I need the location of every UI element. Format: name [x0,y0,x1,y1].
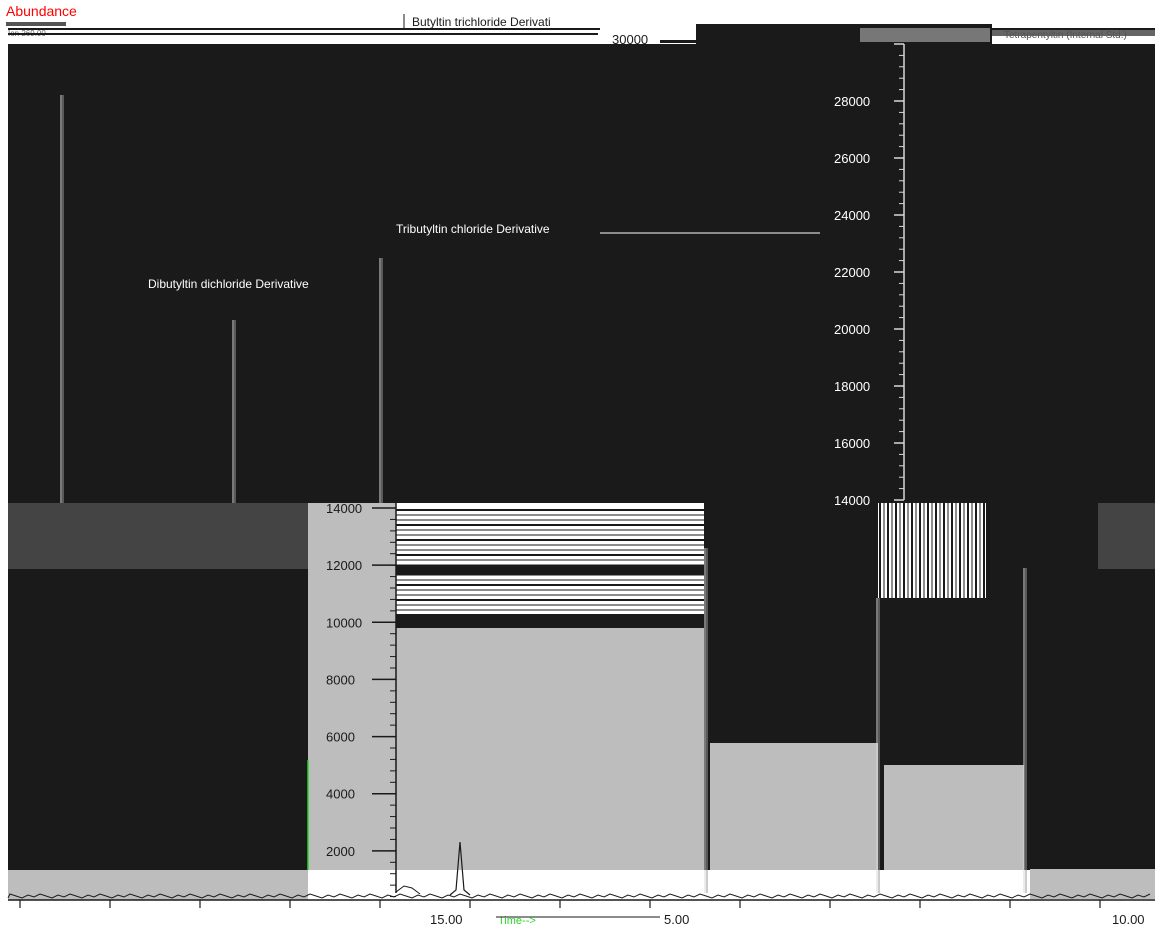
lower-inset-dark-rule [396,614,704,628]
inset-top-tick [660,40,700,43]
lower-y-tick-label: 4000 [326,787,355,802]
upper-y-tick-label: 24000 [834,208,870,223]
lower-inset-hatching [396,509,704,611]
upper-y-tick-label: 18000 [834,379,870,394]
lower-y-tick-label: 6000 [326,730,355,745]
right-band [1098,503,1155,569]
gray-block-b [884,765,1024,870]
inset-header-block [696,24,760,46]
lower-y-tick-label: 8000 [326,672,355,687]
upper-y-tick-label: 28000 [834,94,870,109]
header-rule-2 [8,33,598,35]
annotation-dibutyltin: Dibutyltin dichloride Derivative [148,277,309,291]
upper-y-tick-label: 16000 [834,436,870,451]
x-tick-label-1: 15.00 [430,912,463,927]
chromatogram-chart: Abundance Ion 269.00 Butyltin trichlorid… [0,0,1155,927]
y-axis-title: Abundance [6,3,77,19]
right-legend-label: Tetrapentyltin (Internal Std.) [1004,30,1127,41]
chromatogram-screenshot: Abundance Ion 269.00 Butyltin trichlorid… [0,0,1155,927]
inset-hump [395,885,421,895]
lower-y-tick-label: 10000 [326,615,362,630]
upper-y-tick-label: 20000 [834,322,870,337]
hatch-dark-band [396,565,704,575]
upper-y-tick-label: 14000 [834,493,870,508]
barcode-block [878,503,986,598]
y-subtitle-underline [6,22,66,26]
series-fragment-label: Butyltin trichloride Derivati [412,15,551,29]
lower-y-tick-label: 2000 [326,844,355,859]
lower-y-tick-label: 12000 [326,558,362,573]
x-tick-label-2: 5.00 [664,912,689,927]
left-band [8,503,308,569]
x-tick-label-3: 10.00 [1112,912,1145,927]
upper-y-tick-label: 22000 [834,265,870,280]
upper-y-tick-label: 26000 [834,151,870,166]
annotation-tributyltin: Tributyltin chloride Derivative [396,222,550,236]
gray-block-a [710,743,878,870]
inset-header-gray [860,28,990,42]
lower-y-tick-label: 14000 [326,501,362,516]
x-axis-strip [0,900,1155,927]
